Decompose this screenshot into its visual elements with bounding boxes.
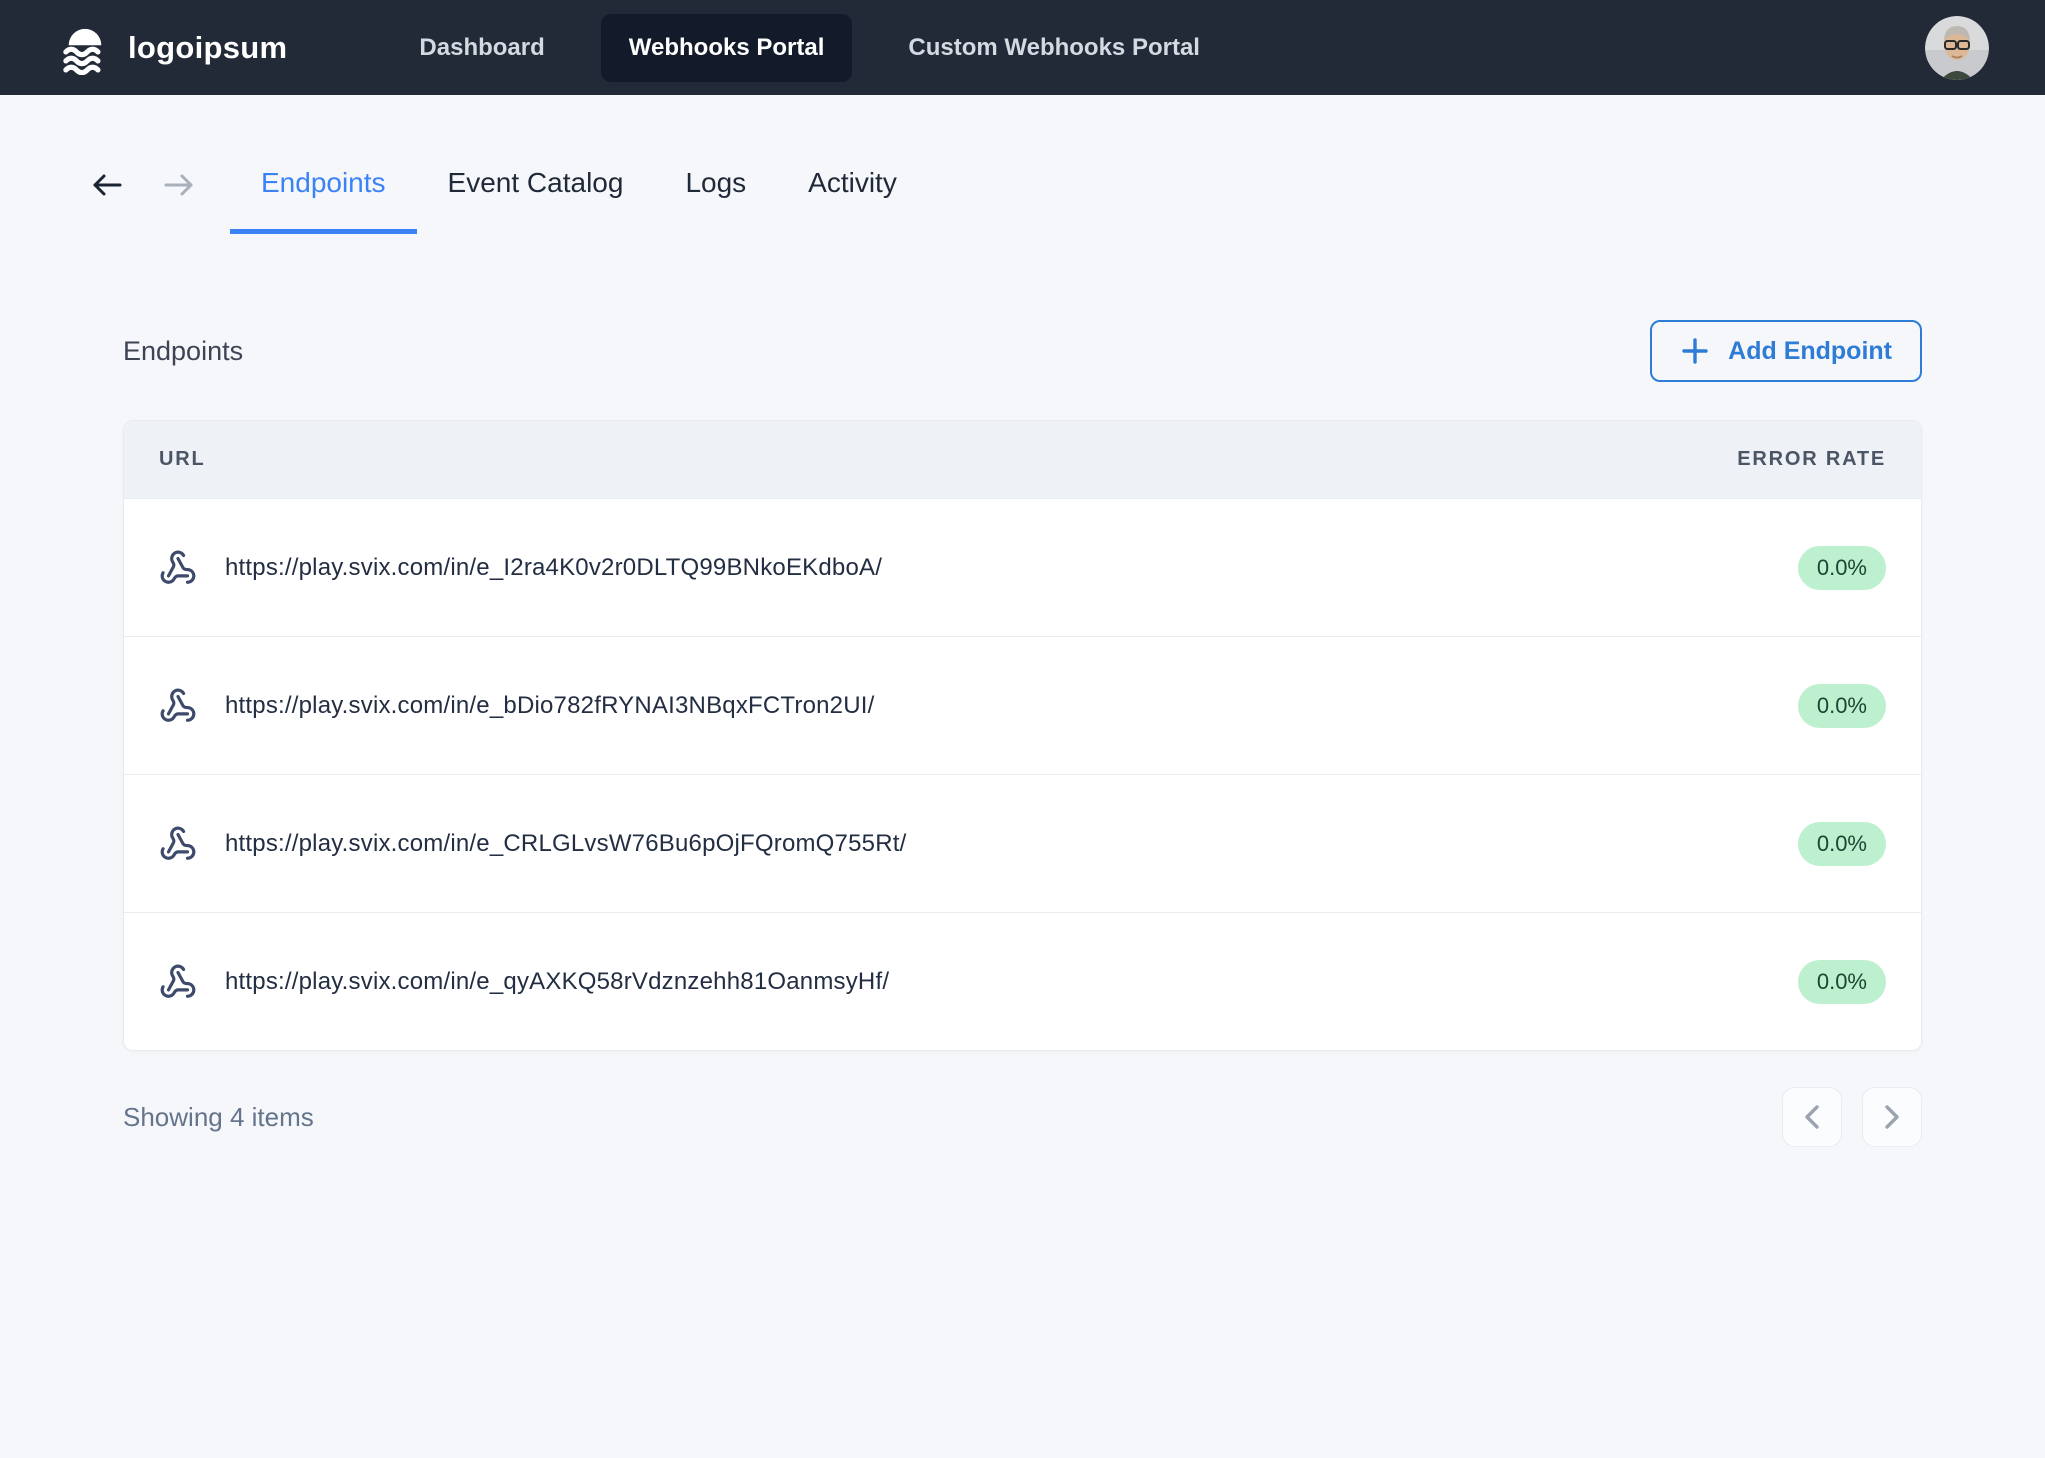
navbar-item-custom-webhooks-portal[interactable]: Custom Webhooks Portal — [880, 14, 1228, 82]
items-count-summary: Showing 4 items — [123, 1102, 314, 1133]
endpoint-url: https://play.svix.com/in/e_qyAXKQ58rVdzn… — [225, 968, 889, 996]
table-header: URL ERROR RATE — [124, 421, 1921, 498]
webhook-icon — [159, 825, 197, 863]
navbar-links: Dashboard Webhooks Portal Custom Webhook… — [391, 14, 1228, 82]
error-rate-badge: 0.0% — [1798, 684, 1886, 728]
history-arrows — [90, 170, 196, 234]
endpoints-table: URL ERROR RATE https://play.svix.com/in/… — [123, 420, 1922, 1051]
error-rate-badge: 0.0% — [1798, 546, 1886, 590]
add-endpoint-button[interactable]: Add Endpoint — [1650, 320, 1922, 382]
table-row[interactable]: https://play.svix.com/in/e_qyAXKQ58rVdzn… — [124, 912, 1921, 1050]
column-header-url: URL — [159, 448, 1737, 471]
tab-logs[interactable]: Logs — [654, 167, 777, 234]
next-page-button[interactable] — [1862, 1087, 1922, 1147]
column-header-error-rate: ERROR RATE — [1737, 448, 1886, 471]
tab-activity[interactable]: Activity — [777, 167, 928, 234]
error-rate-badge: 0.0% — [1798, 960, 1886, 1004]
chevron-right-icon — [1881, 1104, 1903, 1130]
main-content: Endpoints Add Endpoint URL ERROR RATE — [0, 320, 2045, 1147]
webhook-icon — [159, 687, 197, 725]
endpoint-url: https://play.svix.com/in/e_CRLGLvsW76Bu6… — [225, 830, 906, 858]
navbar-item-dashboard[interactable]: Dashboard — [391, 14, 572, 82]
brand-name: logoipsum — [128, 30, 287, 66]
add-endpoint-label: Add Endpoint — [1728, 337, 1892, 366]
portal-tabbar: Endpoints Event Catalog Logs Activity — [0, 167, 2045, 234]
arrow-right-icon[interactable] — [162, 170, 196, 200]
endpoint-url: https://play.svix.com/in/e_I2ra4K0v2r0DL… — [225, 554, 882, 582]
arrow-left-icon[interactable] — [90, 170, 124, 200]
navbar-item-webhooks-portal[interactable]: Webhooks Portal — [601, 14, 853, 82]
top-navbar: logoipsum Dashboard Webhooks Portal Cust… — [0, 0, 2045, 95]
endpoint-url: https://play.svix.com/in/e_bDio782fRYNAI… — [225, 692, 874, 720]
logo-waves-icon — [58, 21, 112, 75]
error-rate-badge: 0.0% — [1798, 822, 1886, 866]
prev-page-button[interactable] — [1782, 1087, 1842, 1147]
plus-icon — [1680, 336, 1710, 366]
user-avatar[interactable] — [1925, 16, 1989, 80]
brand-logo[interactable]: logoipsum — [58, 21, 287, 75]
table-row[interactable]: https://play.svix.com/in/e_CRLGLvsW76Bu6… — [124, 774, 1921, 912]
table-row[interactable]: https://play.svix.com/in/e_I2ra4K0v2r0DL… — [124, 498, 1921, 636]
tab-endpoints[interactable]: Endpoints — [230, 167, 417, 234]
webhook-icon — [159, 963, 197, 1001]
webhook-icon — [159, 549, 197, 587]
page-title: Endpoints — [123, 336, 243, 367]
table-row[interactable]: https://play.svix.com/in/e_bDio782fRYNAI… — [124, 636, 1921, 774]
tab-event-catalog[interactable]: Event Catalog — [417, 167, 655, 234]
chevron-left-icon — [1801, 1104, 1823, 1130]
pagination — [1782, 1087, 1922, 1147]
